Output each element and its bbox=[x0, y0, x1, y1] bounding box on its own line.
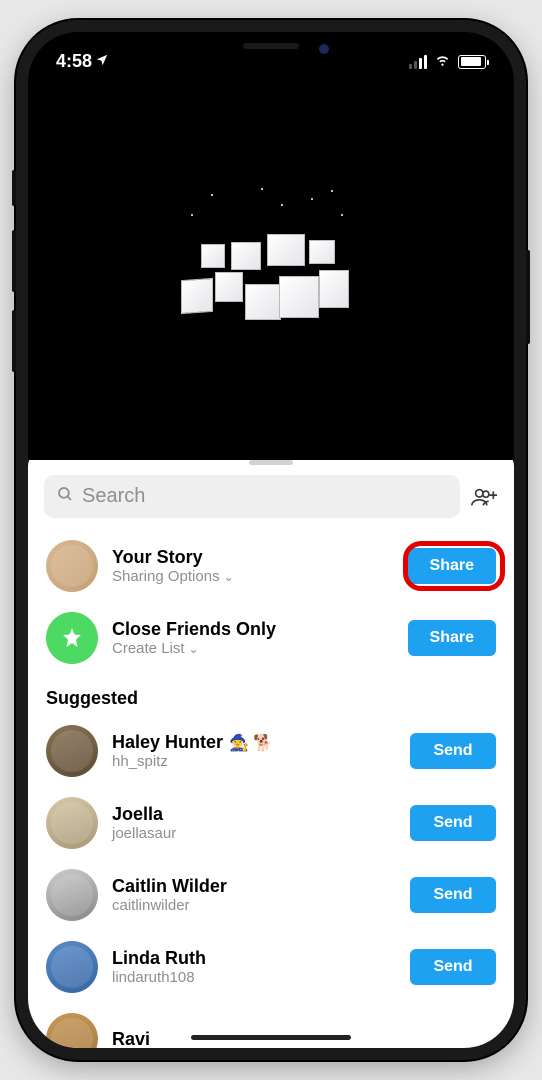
contact-name: Haley Hunter🧙‍♀️ 🐕 bbox=[112, 732, 396, 753]
send-button[interactable]: Send bbox=[410, 805, 496, 841]
chevron-down-icon: ⌄ bbox=[189, 642, 199, 656]
contact-username: caitlinwilder bbox=[112, 897, 396, 914]
send-button[interactable]: Send bbox=[410, 877, 496, 913]
share-list: Your StorySharing Options ⌄ShareClose Fr… bbox=[28, 530, 514, 1048]
location-arrow-icon bbox=[95, 53, 109, 71]
share-button[interactable]: Share bbox=[408, 548, 496, 584]
suggested-row: Ravi bbox=[28, 1003, 514, 1048]
contact-name: Caitlin Wilder bbox=[112, 876, 396, 897]
name-emoji: 🧙‍♀️ 🐕 bbox=[229, 733, 273, 753]
status-time: 4:58 bbox=[56, 51, 92, 72]
avatar[interactable] bbox=[46, 797, 98, 849]
battery-icon bbox=[458, 55, 486, 69]
story-share-row: Your StorySharing Options ⌄ Share bbox=[28, 530, 514, 602]
avatar[interactable] bbox=[46, 540, 98, 592]
share-button[interactable]: Share bbox=[408, 620, 496, 656]
contact-username: joellasaur bbox=[112, 825, 396, 842]
notch bbox=[161, 32, 381, 62]
cell-signal-icon bbox=[409, 55, 427, 69]
phone-frame: 4:58 bbox=[16, 20, 526, 1060]
avatar[interactable] bbox=[46, 941, 98, 993]
contact-name: Linda Ruth bbox=[112, 948, 396, 969]
create-group-icon[interactable] bbox=[470, 486, 498, 508]
sheet-handle[interactable] bbox=[249, 460, 293, 465]
search-input[interactable]: Search bbox=[44, 475, 460, 518]
row-subtitle[interactable]: Sharing Options ⌄ bbox=[112, 568, 394, 585]
wifi-icon bbox=[433, 52, 452, 72]
suggested-row: Linda Ruthlindaruth108 Send bbox=[28, 931, 514, 1003]
contact-username: lindaruth108 bbox=[112, 969, 396, 986]
volume-up bbox=[12, 230, 16, 292]
story-preview-image[interactable] bbox=[28, 78, 514, 460]
search-icon bbox=[56, 485, 74, 508]
send-button[interactable]: Send bbox=[410, 949, 496, 985]
row-title: Close Friends Only bbox=[112, 619, 394, 640]
suggested-row: Caitlin Wildercaitlinwilder Send bbox=[28, 859, 514, 931]
send-button[interactable]: Send bbox=[410, 733, 496, 769]
volume-down bbox=[12, 310, 16, 372]
close-friends-star-icon[interactable] bbox=[46, 612, 98, 664]
chevron-down-icon: ⌄ bbox=[224, 570, 234, 584]
share-sheet: Search Your StorySharing Options ⌄ShareC… bbox=[28, 450, 514, 1048]
screen: 4:58 bbox=[28, 32, 514, 1048]
suggested-header: Suggested bbox=[28, 674, 514, 715]
search-placeholder: Search bbox=[82, 485, 145, 508]
home-indicator[interactable] bbox=[191, 1035, 351, 1040]
avatar[interactable] bbox=[46, 869, 98, 921]
avatar[interactable] bbox=[46, 725, 98, 777]
row-title: Your Story bbox=[112, 547, 394, 568]
suggested-row: Haley Hunter🧙‍♀️ 🐕hh_spitz Send bbox=[28, 715, 514, 787]
suggested-row: Joellajoellasaur Send bbox=[28, 787, 514, 859]
avatar[interactable] bbox=[46, 1013, 98, 1048]
contact-name: Joella bbox=[112, 804, 396, 825]
power-button bbox=[526, 250, 530, 344]
contact-username: hh_spitz bbox=[112, 753, 396, 770]
row-subtitle[interactable]: Create List ⌄ bbox=[112, 640, 394, 657]
story-image-content bbox=[171, 184, 371, 354]
mute-switch bbox=[12, 170, 16, 206]
story-share-row: Close Friends OnlyCreate List ⌄ Share bbox=[28, 602, 514, 674]
